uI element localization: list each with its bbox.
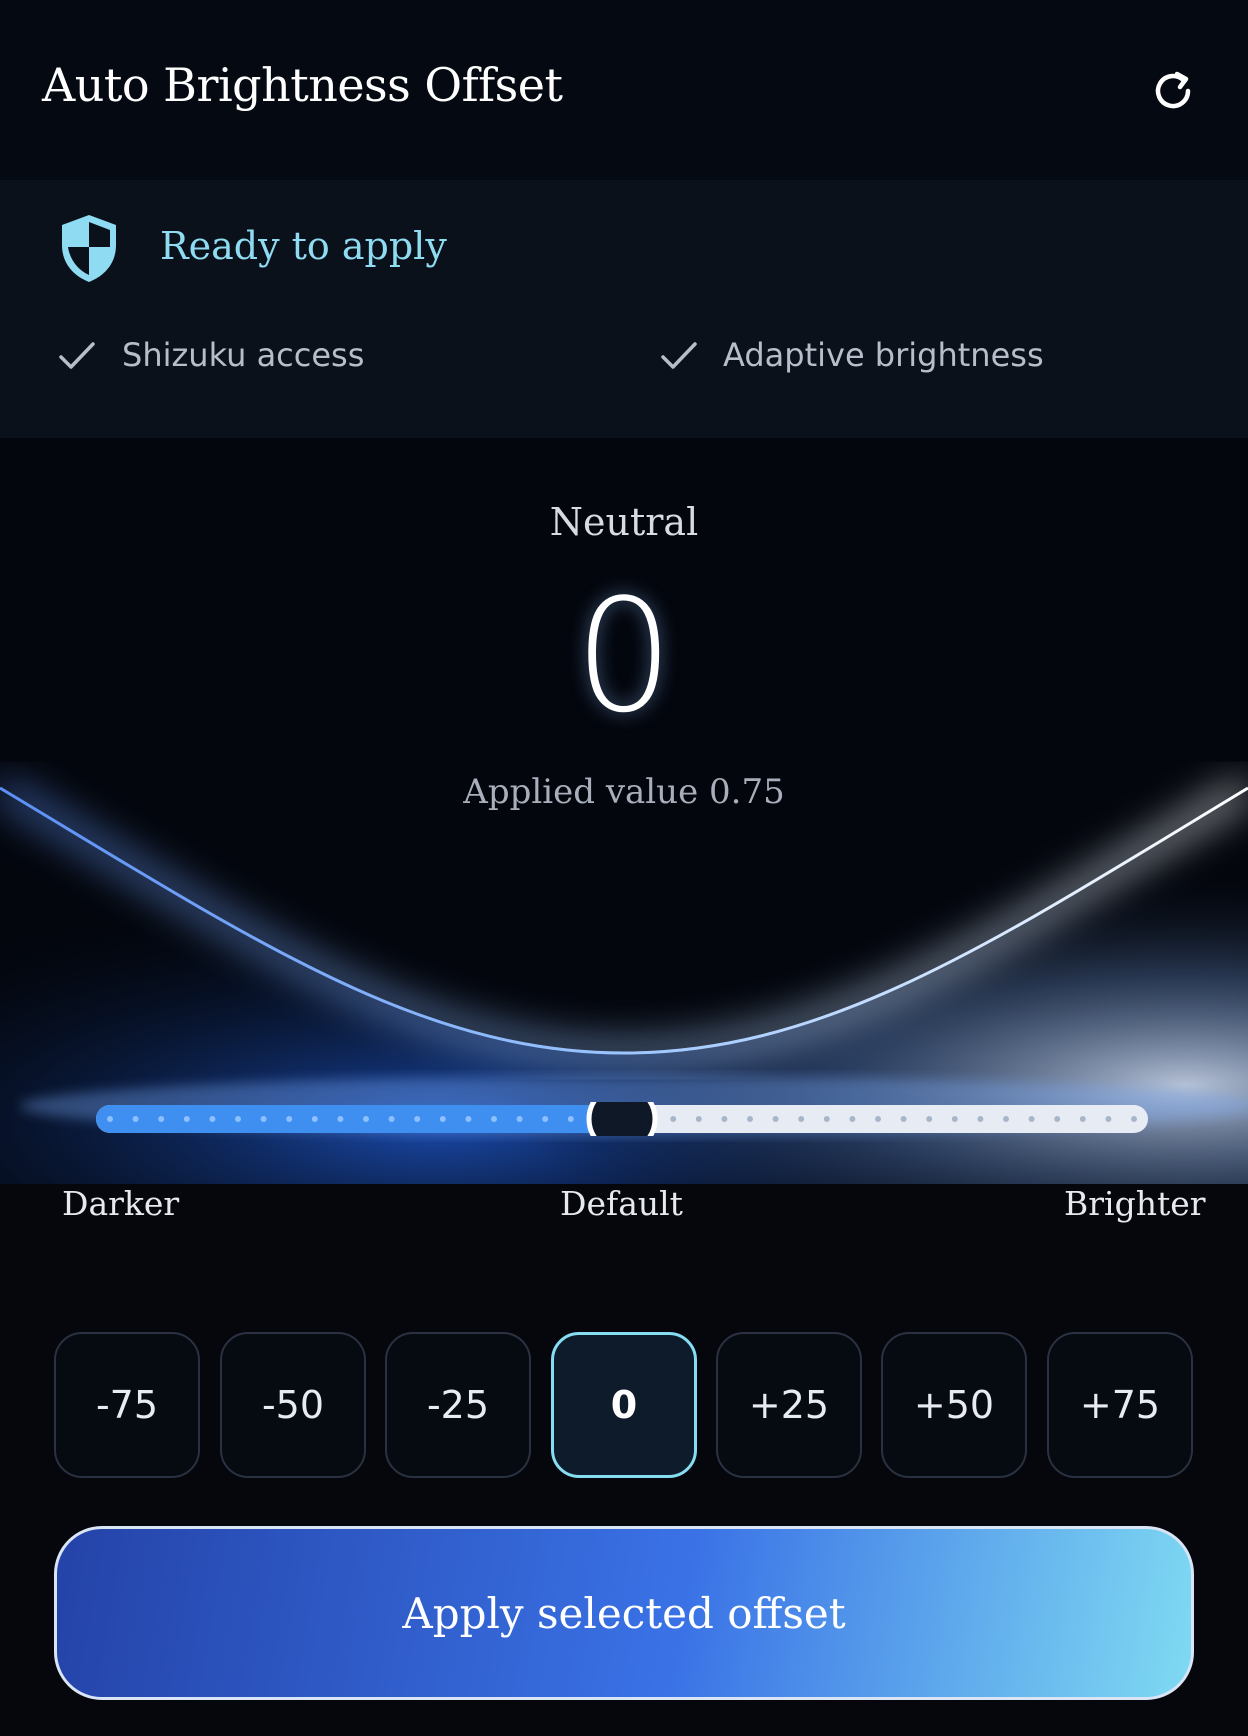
preset-0-button[interactable]: 0 [551, 1332, 697, 1478]
status-card [0, 180, 1248, 438]
slider-tick [670, 1116, 677, 1122]
slider-tick [951, 1116, 958, 1122]
slider-tick [516, 1116, 523, 1122]
slider-tick [1003, 1116, 1009, 1122]
slider-tick [798, 1116, 805, 1122]
shield-icon [62, 215, 116, 282]
slider-tick [721, 1116, 728, 1122]
preset-minus-75-button[interactable]: -75 [54, 1332, 200, 1478]
slider-tick [772, 1116, 779, 1122]
slider-tick [926, 1116, 933, 1122]
brightness-offset-slider[interactable] [96, 1102, 1148, 1136]
page-title: Auto Brightness Offset [42, 58, 563, 112]
preset-minus-25-button[interactable]: -25 [385, 1332, 531, 1478]
requirement-adaptive-brightness: Adaptive brightness [723, 336, 1044, 374]
default-label: Default [560, 1184, 683, 1223]
slider-tick [158, 1116, 165, 1122]
apply-offset-button[interactable]: Apply selected offset [54, 1526, 1194, 1700]
slider-tick [567, 1116, 574, 1122]
slider-tick [875, 1116, 881, 1122]
slider-tick [209, 1116, 216, 1122]
slider-tick [311, 1116, 318, 1122]
darker-label: Darker [62, 1184, 180, 1223]
slider-tick [823, 1116, 830, 1122]
preset-plus-50-button[interactable]: +50 [881, 1332, 1027, 1478]
offset-mode-label: Neutral [549, 500, 699, 544]
preset-plus-75-button[interactable]: +75 [1047, 1332, 1193, 1478]
slider-tick [286, 1116, 293, 1122]
preset-plus-25-button[interactable]: +25 [716, 1332, 862, 1478]
slider-tick [849, 1116, 856, 1122]
slider-tick [388, 1116, 395, 1122]
offset-value: 0 [574, 565, 674, 747]
slider-tick [977, 1116, 984, 1122]
check-icon [59, 342, 95, 369]
slider-tick [439, 1116, 446, 1122]
slider-tick [132, 1116, 139, 1122]
slider-thumb [586, 1102, 658, 1136]
status-text: Ready to apply [160, 224, 447, 268]
preset-buttons: -75 -50 -25 0 +25 +50 +75 [54, 1332, 1194, 1482]
slider-tick [337, 1116, 344, 1122]
slider-tick [1079, 1116, 1086, 1122]
slider-tick [363, 1116, 369, 1122]
slider-tick [107, 1116, 113, 1122]
check-icon [661, 342, 697, 369]
slider-tick [1028, 1116, 1035, 1122]
requirement-shizuku: Shizuku access [122, 336, 365, 374]
slider-tick [465, 1116, 472, 1122]
slider-tick [695, 1116, 702, 1122]
preset-minus-50-button[interactable]: -50 [220, 1332, 366, 1478]
applied-value-text: Applied value 0.75 [463, 772, 785, 812]
refresh-icon[interactable] [1148, 66, 1198, 116]
slider-tick [491, 1116, 497, 1122]
slider-tick [542, 1116, 549, 1122]
slider-tick [235, 1116, 241, 1122]
slider-tick [900, 1116, 907, 1122]
slider-tick [1105, 1116, 1112, 1122]
slider-tick [747, 1116, 753, 1122]
slider-tick [260, 1116, 267, 1122]
slider-tick [1131, 1116, 1137, 1122]
slider-tick [183, 1116, 190, 1122]
slider-tick [1054, 1116, 1061, 1122]
brighter-label: Brighter [1064, 1184, 1206, 1223]
slider-tick [414, 1116, 421, 1122]
